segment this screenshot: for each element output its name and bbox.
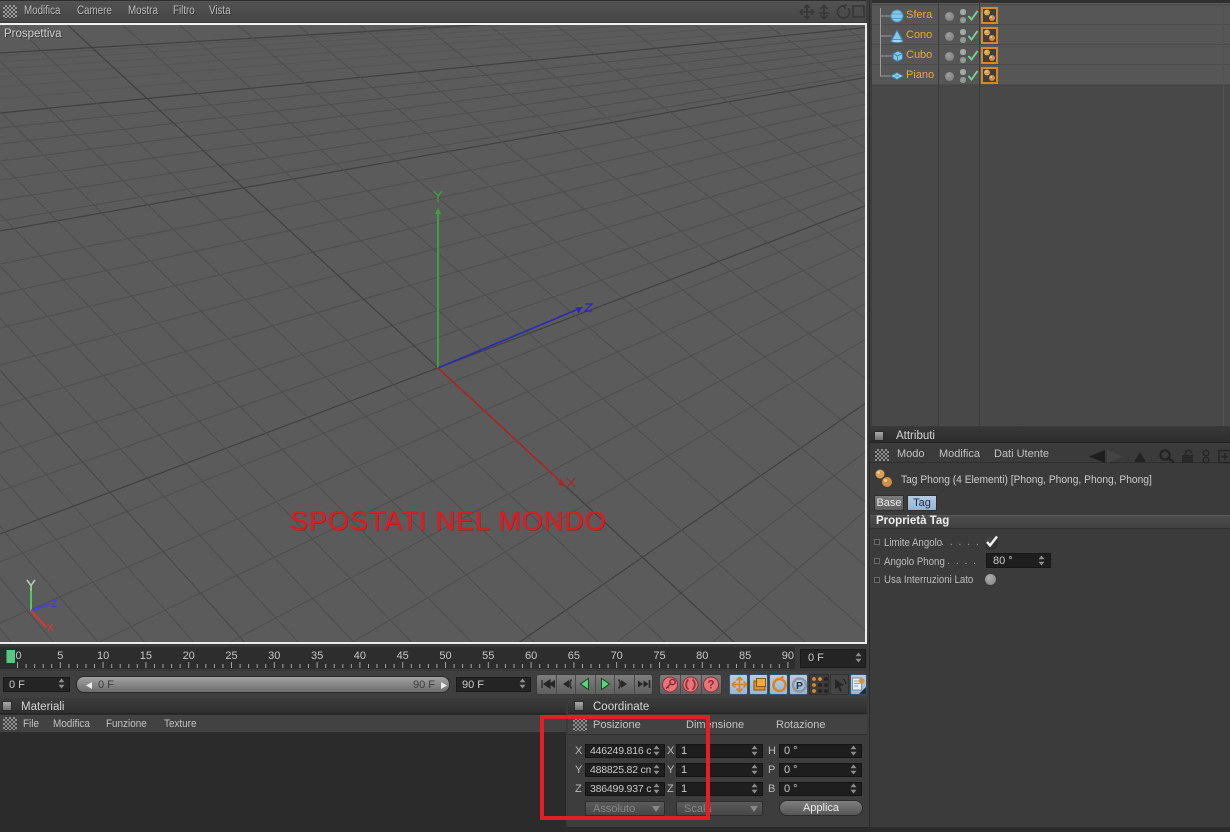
svg-text:40: 40	[354, 650, 366, 662]
svg-text:15: 15	[140, 650, 152, 662]
svg-text:35: 35	[311, 650, 323, 662]
svg-text:10: 10	[97, 650, 109, 662]
svg-text:85: 85	[739, 650, 751, 662]
svg-text:30: 30	[268, 650, 280, 662]
svg-text:45: 45	[397, 650, 409, 662]
svg-text:P: P	[796, 680, 803, 692]
svg-text:80: 80	[696, 650, 708, 662]
svg-text:Z: Z	[51, 598, 58, 610]
svg-text:65: 65	[568, 650, 580, 662]
svg-text:55: 55	[482, 650, 494, 662]
svg-text:20: 20	[183, 650, 195, 662]
svg-text:60: 60	[525, 650, 537, 662]
svg-text:?: ?	[707, 680, 714, 692]
svg-text:5: 5	[57, 650, 63, 662]
svg-text:90: 90	[782, 650, 794, 662]
svg-text:0: 0	[15, 650, 21, 662]
svg-text:50: 50	[439, 650, 451, 662]
svg-text:25: 25	[225, 650, 237, 662]
svg-text:75: 75	[653, 650, 665, 662]
svg-text:X: X	[47, 622, 54, 634]
svg-text:70: 70	[611, 650, 623, 662]
